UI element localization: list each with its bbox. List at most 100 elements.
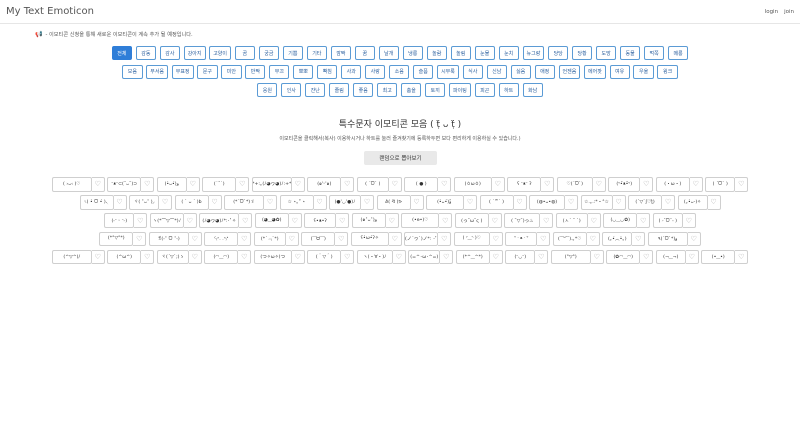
emoticon-copy-button[interactable]: (つ✧ω✧)つ: [253, 249, 292, 265]
category-button[interactable]: 꿈: [354, 46, 375, 60]
heart-icon[interactable]: ♡: [291, 177, 305, 192]
emoticon-copy-button[interactable]: (ㅅ´ ˘ `): [555, 213, 588, 228]
heart-icon[interactable]: ♡: [637, 213, 651, 228]
heart-icon[interactable]: ♡: [535, 249, 549, 265]
heart-icon[interactable]: ♡: [392, 249, 406, 265]
emoticon-copy-button[interactable]: (*´ᗜ`*)ゞ: [224, 195, 264, 210]
emoticon-copy-button[interactable]: ヽ(*⌒▽⌒*)ﾉ: [149, 213, 184, 228]
heart-icon[interactable]: ♡: [264, 195, 277, 210]
category-button[interactable]: 신남: [486, 64, 507, 79]
heart-icon[interactable]: ♡: [612, 195, 626, 210]
emoticon-copy-button[interactable]: (✿◠‿◠): [606, 249, 641, 265]
heart-icon[interactable]: ♡: [438, 177, 452, 192]
emoticon-copy-button[interactable]: (´▽`ʃ♡ƪ): [628, 195, 662, 210]
emoticon-copy-button[interactable]: ヾ(´▽`;)ゝ: [156, 249, 189, 265]
emoticon-copy-button[interactable]: (｡•̀ᴗ-)✧: [677, 195, 708, 210]
category-button[interactable]: 뉴그랑: [522, 46, 545, 60]
emoticon-copy-button[interactable]: ʕ•ᴥ•ʔ: [304, 213, 337, 228]
emoticon-copy-button[interactable]: (＾▽＾): [307, 249, 342, 265]
heart-icon[interactable]: ♡: [590, 249, 604, 265]
category-button[interactable]: 궁금: [258, 46, 279, 60]
emoticon-copy-button[interactable]: *+:｡(ﾉ◕ヮ◕)ﾉ:+*: [251, 177, 292, 192]
category-button[interactable]: 먹쪽: [643, 46, 665, 60]
heart-icon[interactable]: ♡: [735, 249, 749, 265]
heart-icon[interactable]: ♡: [291, 249, 305, 265]
category-button[interactable]: 강아지: [183, 46, 206, 60]
heart-icon[interactable]: ♡: [183, 213, 197, 228]
heart-icon[interactable]: ♡: [439, 213, 453, 228]
emoticon-copy-button[interactable]: (⁀ᗢ⁀): [301, 231, 336, 247]
emoticon-copy-button[interactable]: ( ˘▽˘)っ♨: [504, 213, 541, 228]
emoticon-copy-button[interactable]: ( ´ᗜ` ): [356, 177, 389, 192]
emoticon-copy-button[interactable]: (˘︶˘).｡*♡: [552, 231, 587, 247]
heart-icon[interactable]: ♡: [586, 231, 600, 247]
emoticon-copy-button[interactable]: (•‿•): [701, 249, 736, 265]
emoticon-copy-button[interactable]: ٩(ˊᗜˋ*)و: [647, 231, 688, 247]
emoticon-copy-button[interactable]: ᕕ( ᐛ )ᕗ: [376, 195, 411, 210]
heart-icon[interactable]: ♡: [141, 249, 155, 265]
category-button[interactable]: 슬픔: [413, 64, 434, 79]
emoticon-copy-button[interactable]: ( ` ᴗ ´ )b: [174, 195, 209, 210]
heart-icon[interactable]: ♡: [388, 231, 402, 247]
heart-icon[interactable]: ♡: [540, 213, 554, 228]
emoticon-copy-button[interactable]: ( ´ᗜ` ): [705, 177, 736, 192]
heart-icon[interactable]: ♡: [592, 177, 606, 192]
emoticon-copy-button[interactable]: (ﾉ◕ヮ◕)ﾉ*:･ﾟ✧: [199, 213, 240, 228]
category-button[interactable]: 뽀뽀: [293, 64, 314, 79]
category-button[interactable]: 감동: [135, 46, 157, 60]
emoticon-copy-button[interactable]: ♡(ˊᗜˋ): [556, 177, 593, 192]
emoticon-copy-button[interactable]: (˶ᵔ ᵕ ᵔ˶): [104, 213, 135, 228]
category-button[interactable]: 당당: [548, 46, 569, 60]
emoticon-copy-button[interactable]: (•ө•)♡: [401, 213, 440, 228]
category-button[interactable]: 놀람: [426, 46, 447, 60]
heart-icon[interactable]: ♡: [388, 177, 402, 192]
emoticon-copy-button[interactable]: (^▽^)/: [51, 249, 92, 265]
emoticon-copy-button[interactable]: ʕ•̀ω•́ʔ✧: [350, 231, 389, 247]
category-button[interactable]: 최고: [377, 83, 398, 97]
category-button[interactable]: 문구: [197, 64, 218, 79]
heart-icon[interactable]: ♡: [186, 177, 200, 192]
category-button[interactable]: 하트: [498, 83, 519, 97]
heart-icon[interactable]: ♡: [489, 249, 503, 265]
category-button[interactable]: 파이팅: [449, 83, 471, 97]
emoticon-copy-button[interactable]: ( ˙꒳˙ ): [479, 195, 514, 210]
heart-icon[interactable]: ♡: [632, 231, 646, 247]
emoticon-copy-button[interactable]: (¬‿¬): [655, 249, 686, 265]
category-button[interactable]: 애정: [534, 64, 555, 79]
emoticon-copy-button[interactable]: ᑦ₍ᐢ. .ᐢ₎ᑋ: [204, 231, 239, 247]
emoticon-copy-button[interactable]: (｡•́︿•̀｡): [602, 231, 633, 247]
heart-icon[interactable]: ♡: [341, 249, 355, 265]
category-button[interactable]: 시무룩: [437, 64, 459, 79]
heart-icon[interactable]: ♡: [238, 231, 252, 247]
category-button[interactable]: 당황: [572, 46, 593, 60]
emoticon-copy-button[interactable]: ꉂ(˵˃ ᗜ ˂˵): [148, 231, 189, 247]
emoticon-copy-button[interactable]: ( ◜‿◝ )♡: [453, 231, 490, 247]
heart-icon[interactable]: ♡: [491, 177, 505, 192]
heart-icon[interactable]: ♡: [488, 213, 502, 228]
heart-icon[interactable]: ♡: [336, 213, 350, 228]
category-button[interactable]: 춤을: [401, 83, 422, 97]
heart-icon[interactable]: ♡: [236, 177, 250, 192]
heart-icon[interactable]: ♡: [440, 249, 454, 265]
category-button[interactable]: 윙크: [657, 64, 678, 79]
heart-icon[interactable]: ♡: [159, 195, 172, 210]
heart-icon[interactable]: ♡: [689, 177, 703, 192]
random-button[interactable]: 랜덤으로 뽑아보기: [364, 151, 437, 165]
heart-icon[interactable]: ♡: [537, 231, 551, 247]
category-button[interactable]: 사과: [341, 64, 362, 79]
category-button[interactable]: 고양이: [209, 46, 232, 60]
heart-icon[interactable]: ♡: [489, 231, 503, 247]
category-button[interactable]: 싫음: [510, 64, 531, 79]
emoticon-copy-button[interactable]: (っ˘ω˘ς ): [454, 213, 489, 228]
category-button[interactable]: 기쁨: [282, 46, 303, 60]
emoticon-copy-button[interactable]: (^ω^): [107, 249, 142, 265]
category-button[interactable]: 응원: [257, 83, 278, 97]
emoticon-copy-button[interactable]: (・ω・): [655, 177, 690, 192]
emoticon-copy-button[interactable]: (*°▽°*): [99, 231, 134, 247]
heart-icon[interactable]: ♡: [513, 195, 527, 210]
emoticon-copy-button[interactable]: (ᵔ◡ᵔ): [505, 249, 536, 265]
heart-icon[interactable]: ♡: [313, 195, 327, 210]
emoticon-copy-button[interactable]: (◠‿◠): [204, 249, 239, 265]
category-button[interactable]: 눈물: [474, 46, 495, 60]
emoticon-copy-button[interactable]: ʕ ᵔᴥᵔ ʔ: [507, 177, 542, 192]
